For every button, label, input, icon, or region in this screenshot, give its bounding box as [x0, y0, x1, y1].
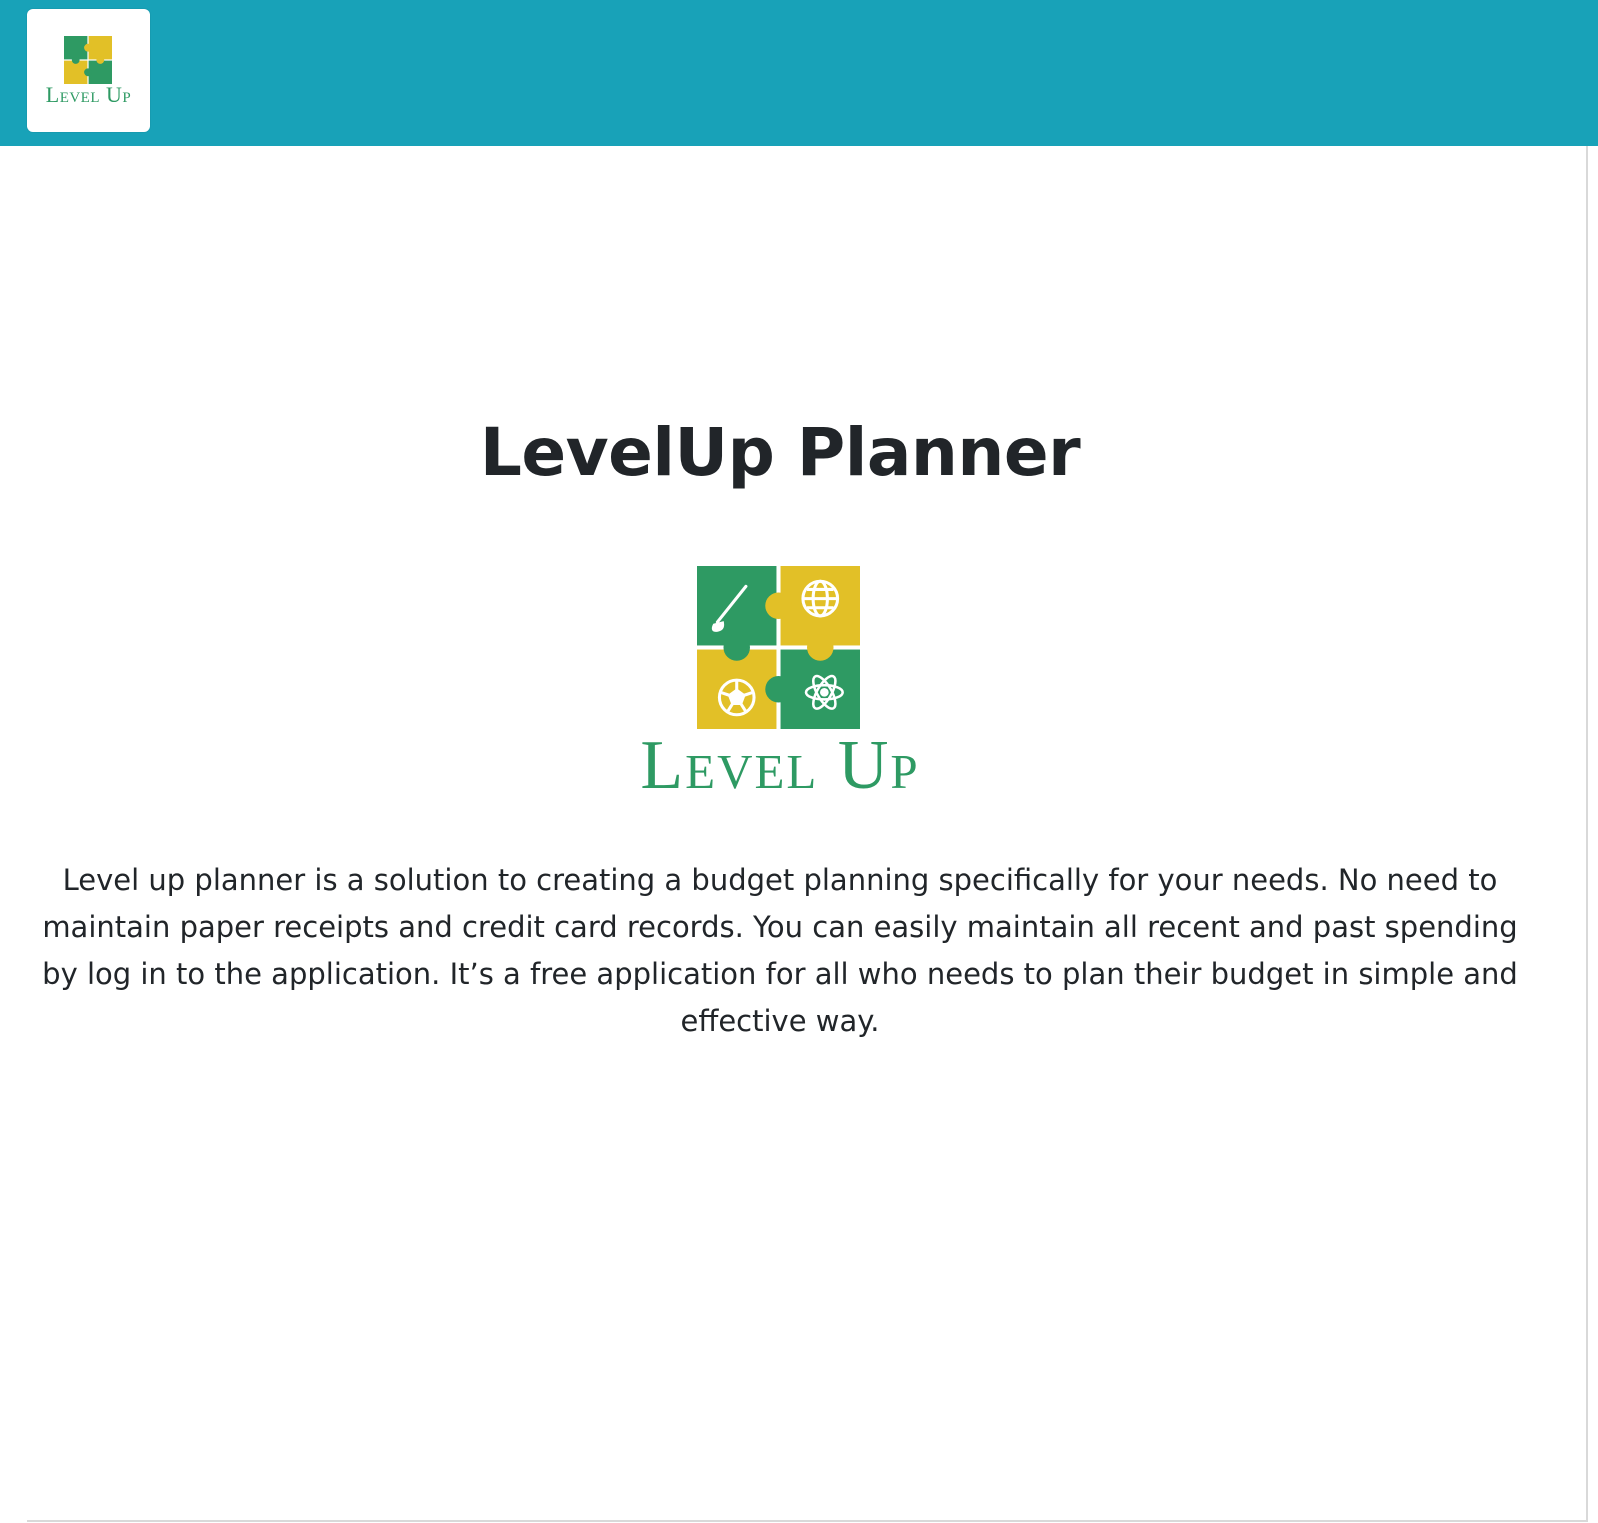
- logo-wordmark: Level Up: [45, 82, 132, 107]
- content-border-bottom: [27, 1520, 1588, 1522]
- top-navbar: Level Up: [0, 0, 1598, 146]
- page-title: LevelUp Planner: [479, 414, 1081, 491]
- app-description: Level up planner is a solution to creati…: [42, 863, 1518, 1038]
- hero-logo: Level Up: [620, 566, 940, 804]
- logo-wordmark: Level Up: [640, 727, 920, 804]
- home-logo-link[interactable]: Level Up: [27, 9, 150, 132]
- puzzle-logo-icon: [697, 566, 860, 729]
- content-border-right: [1586, 146, 1588, 1520]
- puzzle-logo-icon: [64, 36, 112, 84]
